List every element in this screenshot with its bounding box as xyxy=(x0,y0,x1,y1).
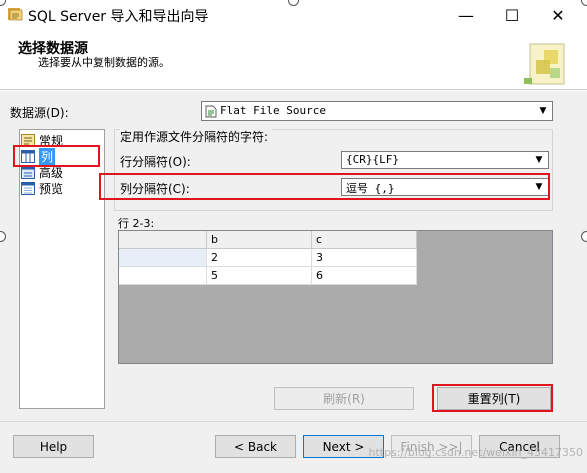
column-header[interactable]: c xyxy=(312,231,417,249)
column-header[interactable]: b xyxy=(207,231,312,249)
page-subtitle: 选择要从中复制数据的源。 xyxy=(38,56,170,69)
table-cell[interactable]: 2 xyxy=(207,249,312,267)
table-cell[interactable] xyxy=(119,267,207,285)
minimize-button[interactable]: — xyxy=(443,0,489,30)
advanced-icon xyxy=(21,165,35,179)
row-delimiter-value: {CR}{LF} xyxy=(346,153,399,166)
row-delimiter-label: 行分隔符(O): xyxy=(120,155,191,169)
delimiter-group-title: 定用作源文件分隔符的字符: xyxy=(120,128,273,145)
wizard-header: 选择数据源 选择要从中复制数据的源。 xyxy=(0,30,587,90)
table-cell[interactable]: 5 xyxy=(207,267,312,285)
flat-file-icon xyxy=(205,105,217,118)
table-cell[interactable]: 3 xyxy=(312,249,417,267)
preview-icon xyxy=(21,181,35,195)
window-title: SQL Server 导入和导出向导 xyxy=(28,9,209,25)
highlight-box-reset-columns xyxy=(432,384,553,412)
data-source-label: 数据源(D): xyxy=(10,106,69,120)
chevron-down-icon[interactable]: ▼ xyxy=(531,153,547,167)
chevron-down-icon[interactable]: ▼ xyxy=(535,103,551,119)
data-source-value: Flat File Source xyxy=(220,104,326,117)
highlight-box-columns-nav xyxy=(13,145,100,167)
nav-item-preview[interactable]: 预览 xyxy=(21,180,63,196)
table-cell[interactable] xyxy=(119,249,207,267)
highlight-box-column-delimiter xyxy=(99,173,550,200)
help-button[interactable]: Help xyxy=(13,435,94,458)
column-header[interactable] xyxy=(119,231,207,249)
selection-handle xyxy=(581,231,587,242)
preview-grid[interactable]: b c 2 3 5 6 xyxy=(118,230,553,364)
watermark-text: https://blog.csdn.net/weixin_43417350 xyxy=(368,446,583,459)
grid-header-row: b c xyxy=(119,231,417,249)
row-delimiter-select[interactable]: {CR}{LF} ▼ xyxy=(341,151,549,169)
nav-item-label: 预览 xyxy=(39,181,64,196)
sql-server-app-icon xyxy=(8,8,23,21)
wizard-banner-icon xyxy=(524,43,565,85)
page-nav-list: 常规 列 高级 预览 xyxy=(19,129,105,409)
preview-rows-label: 行 2-3: xyxy=(118,217,155,230)
close-button[interactable]: ✕ xyxy=(535,0,581,30)
table-cell[interactable]: 6 xyxy=(312,267,417,285)
maximize-button[interactable]: ☐ xyxy=(489,0,535,30)
footer-divider xyxy=(0,421,587,422)
data-source-select[interactable]: Flat File Source ▼ xyxy=(201,101,553,121)
table-row[interactable]: 2 3 xyxy=(119,249,417,267)
back-button[interactable]: < Back xyxy=(215,435,296,458)
table-row[interactable]: 5 6 xyxy=(119,267,417,285)
refresh-button[interactable]: 刷新(R) xyxy=(274,387,414,410)
